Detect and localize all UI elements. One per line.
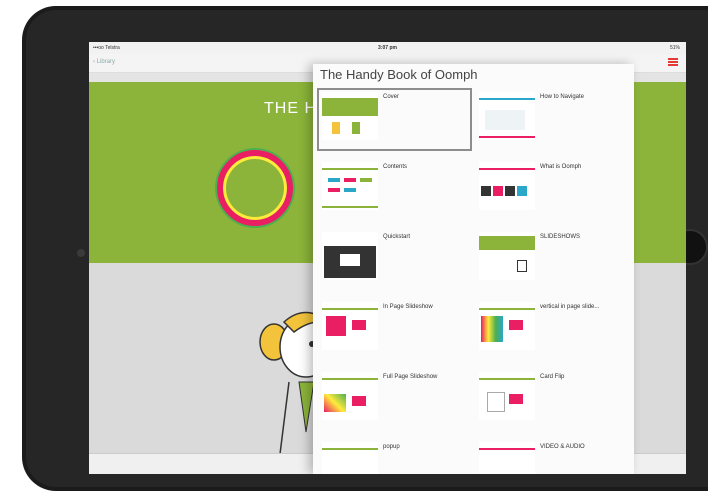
page-thumbnail	[322, 162, 378, 210]
toc-item-label: In Page Slideshow	[383, 304, 433, 310]
toc-item-what-is-oomph[interactable]: What is Oomph	[474, 158, 631, 228]
toc-item-label: Quickstart	[383, 234, 411, 240]
ring-logo-icon	[217, 150, 293, 226]
toc-item-how-to-navigate[interactable]: How to Navigate	[474, 88, 631, 158]
page-thumbnail	[322, 302, 378, 350]
toc-item-label: How to Navigate	[540, 94, 585, 100]
page-thumbnail	[479, 232, 535, 280]
page-thumbnail	[479, 162, 535, 210]
toc-item-label: Card Flip	[540, 374, 565, 380]
toc-item-label: What is Oomph	[540, 164, 582, 170]
toc-item-label: popup	[383, 444, 400, 450]
page-thumbnail	[479, 92, 535, 140]
page-thumbnail	[322, 372, 378, 420]
toc-item-popup[interactable]: popup	[317, 438, 474, 474]
battery-indicator: 51%	[669, 45, 680, 51]
toc-item-label: vertical in page slide...	[540, 304, 600, 310]
toc-item-vertical-in-page-slideshow[interactable]: vertical in page slide...	[474, 298, 631, 368]
toc-item-contents[interactable]: Contents	[317, 158, 474, 228]
toc-item-slideshows[interactable]: SLIDESHOWS	[474, 228, 631, 298]
page-thumbnail	[479, 372, 535, 420]
toc-item-full-page-slideshow[interactable]: Full Page Slideshow	[317, 368, 474, 438]
page-thumbnail	[322, 232, 378, 280]
toc-item-label: Cover	[383, 94, 400, 100]
tablet-screen: •••oo Telstra 3:07 pm 51% ‹ Library THE …	[89, 42, 686, 474]
page-thumbnail	[479, 442, 535, 474]
toc-item-label: Contents	[383, 164, 408, 170]
clock: 3:07 pm	[378, 45, 397, 51]
toc-item-label: VIDEO & AUDIO	[540, 444, 585, 450]
page-thumbnail	[479, 302, 535, 350]
status-bar: •••oo Telstra 3:07 pm 51%	[89, 42, 686, 54]
table-of-contents-panel: The Handy Book of Oomph Cover How to Nav…	[313, 64, 634, 474]
book-title: The Handy Book of Oomph	[320, 67, 478, 82]
toc-item-quickstart[interactable]: Quickstart	[317, 228, 474, 298]
toc-item-video-audio[interactable]: VIDEO & AUDIO	[474, 438, 631, 474]
toc-item-card-flip[interactable]: Card Flip	[474, 368, 631, 438]
back-button[interactable]: ‹ Library	[93, 59, 115, 65]
cover-title: THE H	[264, 100, 317, 117]
toc-item-cover[interactable]: Cover	[317, 88, 474, 158]
toc-item-label: Full Page Slideshow	[383, 374, 438, 380]
page-thumbnail	[322, 442, 378, 474]
back-label: Library	[96, 59, 116, 65]
front-camera	[77, 249, 85, 257]
toc-item-in-page-slideshow[interactable]: In Page Slideshow	[317, 298, 474, 368]
toc-item-label: SLIDESHOWS	[540, 234, 581, 240]
menu-icon[interactable]	[668, 58, 678, 66]
page-thumbnail	[322, 92, 378, 140]
